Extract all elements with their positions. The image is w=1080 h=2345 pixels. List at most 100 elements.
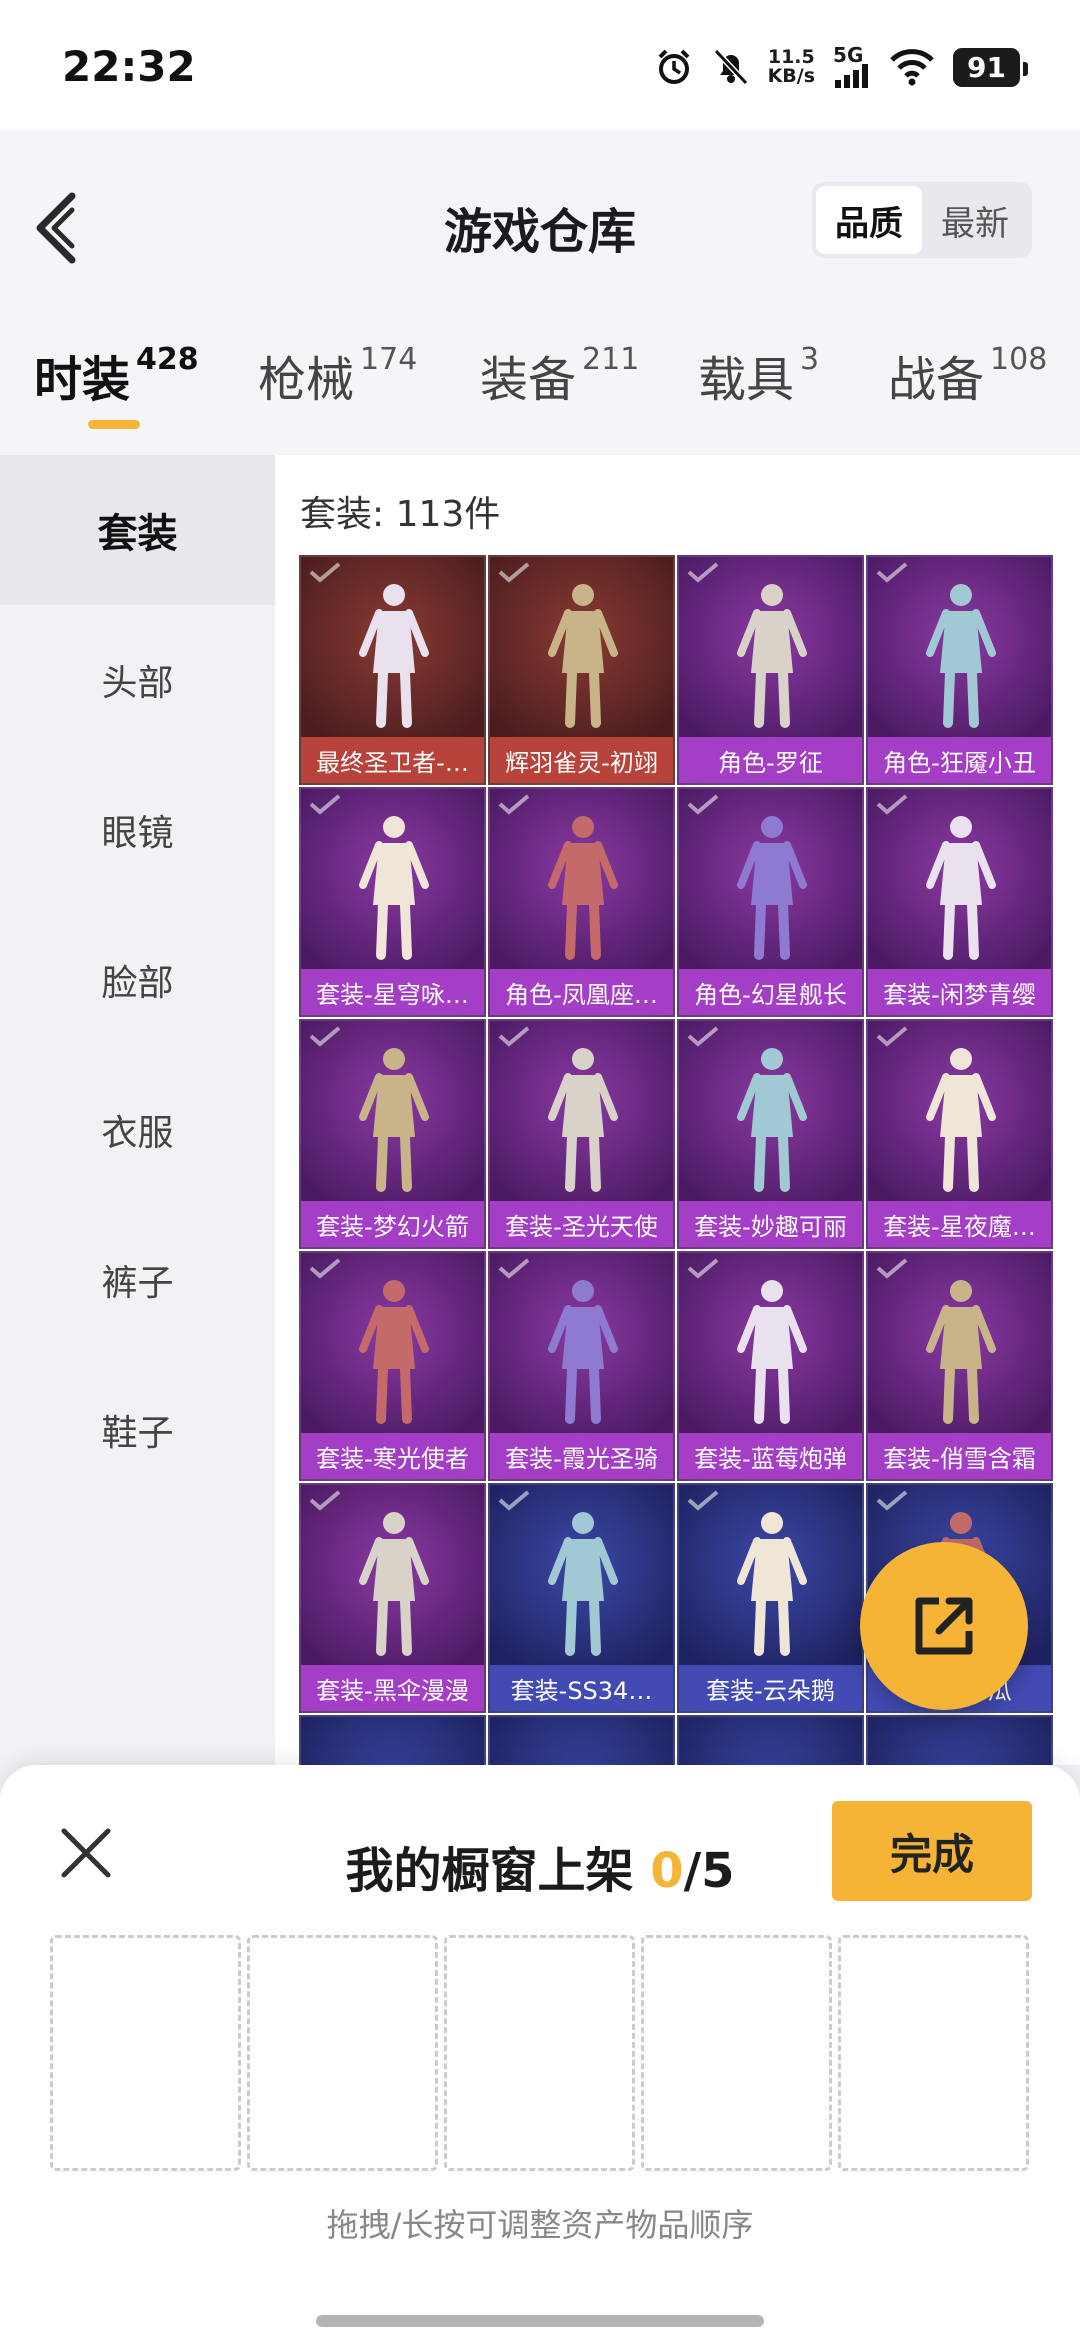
outfit-figure xyxy=(359,1048,429,1192)
item-name: 套装-妙趣可丽 xyxy=(679,1201,862,1247)
item-card[interactable]: 套装-圣光天使 xyxy=(488,1019,675,1249)
item-name: 套装-俏雪含霜 xyxy=(868,1433,1051,1479)
showcase-slot[interactable] xyxy=(247,1935,438,2171)
outfit-figure xyxy=(737,1048,807,1192)
outfit-figure xyxy=(737,1512,807,1656)
item-name: 套装-梦幻火箭 xyxy=(301,1201,484,1247)
outfit-figure xyxy=(359,1280,429,1424)
showcase-title-text: 我的橱窗上架 xyxy=(345,1843,651,1899)
item-card-partial[interactable] xyxy=(488,1715,675,1765)
item-name: 套装-霞光圣骑 xyxy=(490,1433,673,1479)
item-card[interactable]: 套装-云朵鹅 xyxy=(677,1483,864,1713)
item-name: 辉羽雀灵-初翊 xyxy=(490,737,673,783)
item-card[interactable]: 套装-星夜魔… xyxy=(866,1019,1053,1249)
item-card-partial[interactable] xyxy=(866,1715,1053,1765)
item-card-partial[interactable] xyxy=(677,1715,864,1765)
network-type: 5G xyxy=(833,43,864,67)
sidebar-item-shoes[interactable]: 鞋子 xyxy=(0,1355,275,1505)
back-arrow-icon[interactable] xyxy=(30,188,86,268)
status-icons: 11.5 KB/s 5G 91 xyxy=(654,43,1028,90)
signal-icon xyxy=(835,64,869,88)
item-card[interactable]: 角色-罗征 xyxy=(677,555,864,785)
sidebar-item-pants[interactable]: 裤子 xyxy=(0,1205,275,1355)
item-card[interactable]: 角色-狂魇小丑 xyxy=(866,555,1053,785)
outfit-figure xyxy=(548,1512,618,1656)
item-card[interactable]: 套装-霞光圣骑 xyxy=(488,1251,675,1481)
outfit-figure xyxy=(548,1048,618,1192)
reorder-hint: 拖拽/长按可调整资产物品顺序 xyxy=(326,2206,754,2244)
sort-quality-button[interactable]: 品质 xyxy=(816,186,922,254)
item-card[interactable]: 套装-寒光使者 xyxy=(299,1251,486,1481)
outfit-figure xyxy=(548,1280,618,1424)
sidebar-item-glasses[interactable]: 眼镜 xyxy=(0,755,275,905)
item-name: 套装-寒光使者 xyxy=(301,1433,484,1479)
status-bar: 22:32 11.5 KB/s 5G 91 xyxy=(0,0,1080,130)
sort-newest-button[interactable]: 最新 xyxy=(922,186,1028,254)
item-card[interactable]: 套装-妙趣可丽 xyxy=(677,1019,864,1249)
outfit-figure xyxy=(926,1280,996,1424)
sidebar-item-suits[interactable]: 套装 xyxy=(0,455,275,605)
item-name: 角色-狂魇小丑 xyxy=(868,737,1051,783)
sidebar-item-face[interactable]: 脸部 xyxy=(0,905,275,1055)
sidebar-item-head[interactable]: 头部 xyxy=(0,605,275,755)
tab-fashion[interactable]: 时装 428 xyxy=(34,340,199,410)
header: 游戏仓库 品质 最新 时装 428 枪械 174 装备 211 载具 3 战备 108 xyxy=(0,130,1080,455)
item-card[interactable]: 套装-梦幻火箭 xyxy=(299,1019,486,1249)
item-name: 最终圣卫者-… xyxy=(301,737,484,783)
tab-battle-prep-label: 战备 xyxy=(888,352,985,408)
done-button[interactable]: 完成 xyxy=(832,1801,1032,1901)
showcase-slot[interactable] xyxy=(838,1935,1029,2171)
tab-fashion-label: 时装 xyxy=(34,352,131,408)
item-name: 套装-星穹咏… xyxy=(301,969,484,1015)
signal-group: 5G xyxy=(833,43,871,88)
item-name: 角色-幻星舰长 xyxy=(679,969,862,1015)
tab-guns-count: 174 xyxy=(360,342,418,377)
item-card[interactable]: 角色-幻星舰长 xyxy=(677,787,864,1017)
outfit-figure xyxy=(359,1512,429,1656)
share-button[interactable] xyxy=(860,1542,1028,1710)
tab-battle-prep-count: 108 xyxy=(990,342,1048,377)
item-name: 套装-圣光天使 xyxy=(490,1201,673,1247)
net-speed-unit: KB/s xyxy=(767,65,816,87)
tab-battle-prep[interactable]: 战备 108 xyxy=(888,340,1047,410)
outfit-figure xyxy=(548,584,618,728)
item-card[interactable]: 套装-黑伞漫漫 xyxy=(299,1483,486,1713)
showcase-slot[interactable] xyxy=(641,1935,832,2171)
item-name: 套装-闲梦青缨 xyxy=(868,969,1051,1015)
outfit-figure xyxy=(548,816,618,960)
home-indicator[interactable] xyxy=(316,2315,764,2327)
tab-vehicles-count: 3 xyxy=(800,342,820,377)
item-name: 角色-凤凰座… xyxy=(490,969,673,1015)
item-name: 套装-SS34… xyxy=(490,1665,673,1711)
active-tab-indicator xyxy=(88,420,140,429)
item-card[interactable]: 套装-俏雪含霜 xyxy=(866,1251,1053,1481)
tab-vehicles[interactable]: 载具 3 xyxy=(698,340,819,410)
item-card[interactable]: 套装-闲梦青缨 xyxy=(866,787,1053,1017)
item-name: 套装-蓝莓炮弹 xyxy=(679,1433,862,1479)
item-name: 角色-罗征 xyxy=(679,737,862,783)
item-card[interactable]: 辉羽雀灵-初翊 xyxy=(488,555,675,785)
tab-fashion-count: 428 xyxy=(136,342,199,377)
item-card[interactable]: 角色-凤凰座… xyxy=(488,787,675,1017)
item-card-partial[interactable] xyxy=(299,1715,486,1765)
item-card[interactable]: 最终圣卫者-… xyxy=(299,555,486,785)
outfit-figure xyxy=(359,816,429,960)
showcase-slot[interactable] xyxy=(444,1935,635,2171)
item-card[interactable]: 套装-SS34… xyxy=(488,1483,675,1713)
outfit-figure xyxy=(737,584,807,728)
outfit-figure xyxy=(737,1280,807,1424)
showcase-slot[interactable] xyxy=(50,1935,241,2171)
tab-equipment[interactable]: 装备 211 xyxy=(480,340,639,410)
item-card[interactable]: 套装-蓝莓炮弹 xyxy=(677,1251,864,1481)
item-card[interactable]: 套装-星穹咏… xyxy=(299,787,486,1017)
net-speed: 11.5 KB/s xyxy=(768,48,815,86)
showcase-current-count: 0 xyxy=(650,1843,684,1899)
item-name: 套装-星夜魔… xyxy=(868,1201,1051,1247)
tab-guns[interactable]: 枪械 174 xyxy=(258,340,417,410)
sidebar-item-clothes[interactable]: 衣服 xyxy=(0,1055,275,1205)
category-tabs: 时装 428 枪械 174 装备 211 载具 3 战备 108 xyxy=(0,340,1080,430)
outfit-figure xyxy=(926,816,996,960)
showcase-slots xyxy=(50,1935,1029,2171)
showcase-total-count: /5 xyxy=(683,1843,735,1899)
close-icon[interactable] xyxy=(58,1825,114,1881)
